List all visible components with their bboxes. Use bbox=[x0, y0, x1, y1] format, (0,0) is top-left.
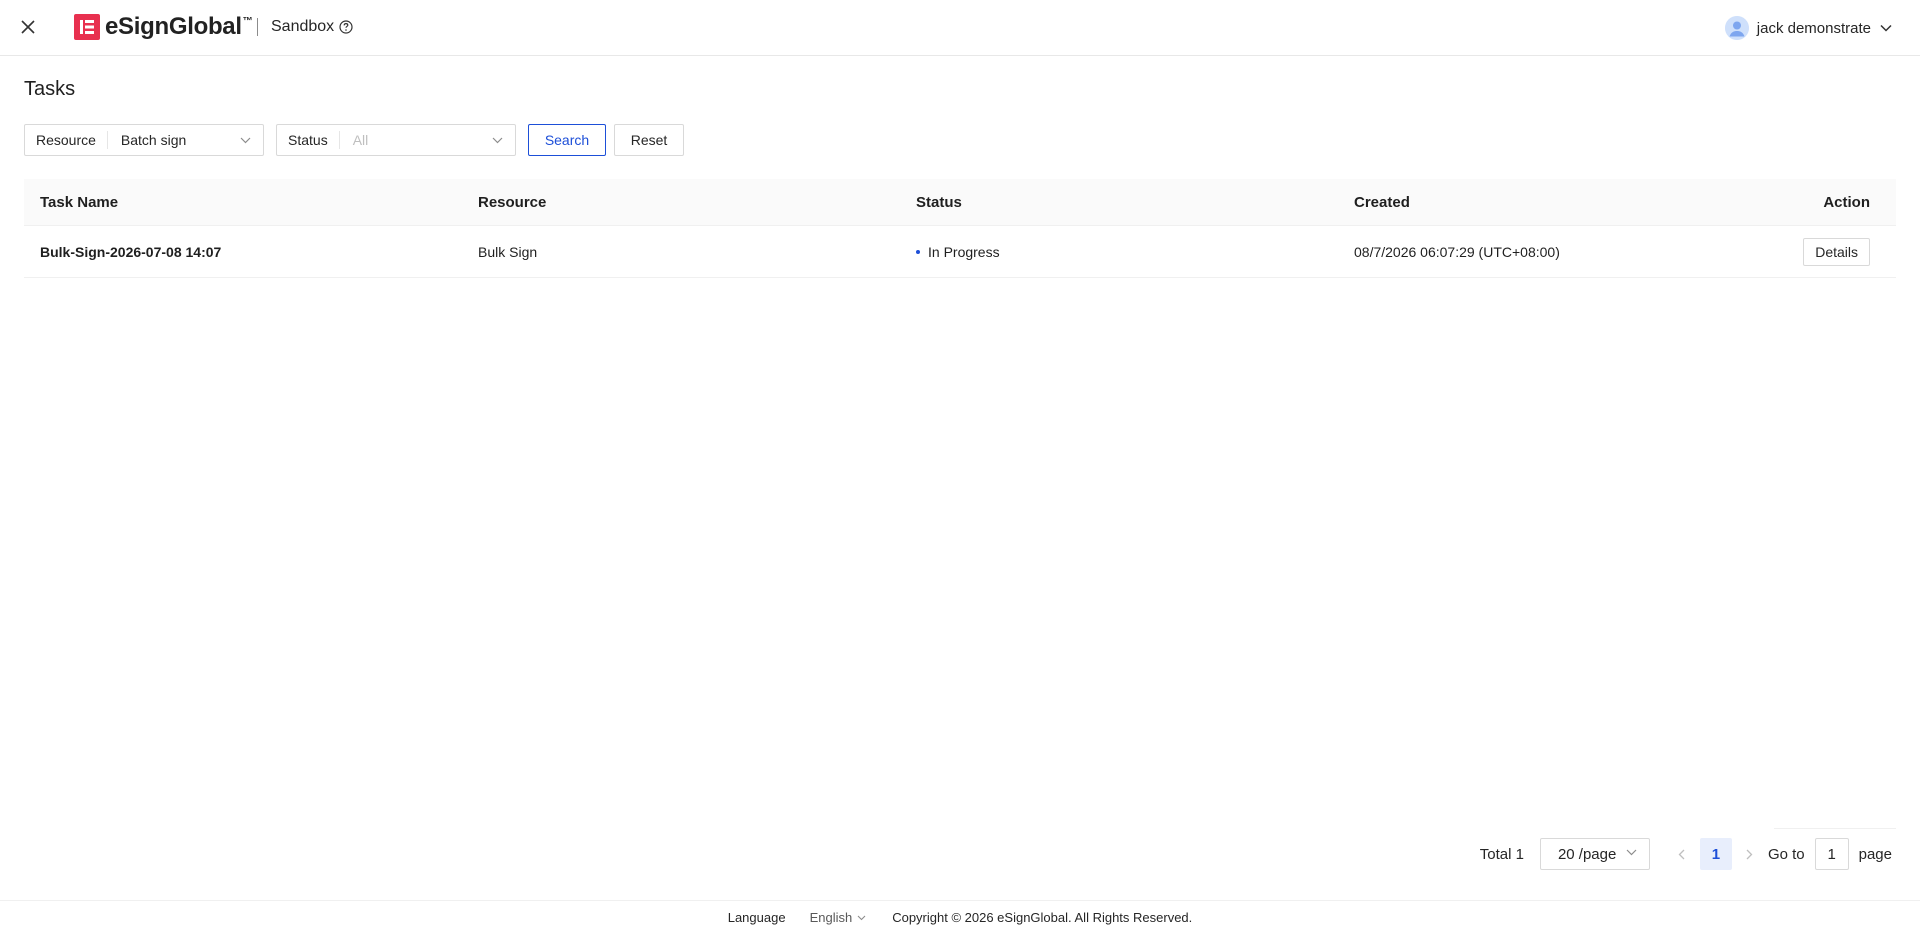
copyright-text: Copyright © 2026 eSignGlobal. All Rights… bbox=[892, 910, 1193, 925]
logo-text: eSignGlobal bbox=[105, 13, 242, 40]
page-title: Tasks bbox=[24, 78, 76, 100]
page-size-value: 20 /page bbox=[1557, 845, 1617, 863]
page-size-select[interactable]: 20 /page bbox=[1539, 838, 1650, 870]
resource-filter-select[interactable]: Resource Batch sign bbox=[24, 124, 264, 156]
reset-button[interactable]: Reset bbox=[614, 124, 684, 156]
environment-text: Sandbox bbox=[271, 18, 335, 35]
column-header-status: Status bbox=[916, 193, 962, 211]
logo-mark-icon bbox=[74, 14, 100, 40]
status-dot-icon bbox=[916, 249, 920, 254]
page-number-1[interactable]: 1 bbox=[1699, 838, 1732, 870]
pagination-divider bbox=[1774, 828, 1896, 829]
user-name: jack demonstrate bbox=[1756, 19, 1871, 37]
table-header: Task Name Resource Status Created Action bbox=[24, 179, 1896, 226]
column-header-action: Action bbox=[1823, 193, 1870, 211]
table-row: Bulk-Sign-2026-07-08 14:07 Bulk Sign In … bbox=[24, 226, 1896, 278]
chevron-down-icon bbox=[1880, 24, 1892, 32]
status-filter-select[interactable]: Status All bbox=[276, 124, 516, 156]
page-suffix-label: page bbox=[1858, 845, 1892, 863]
previous-page-icon[interactable] bbox=[1670, 838, 1694, 870]
footer: Language English Copyright © 2026 eSignG… bbox=[0, 900, 1920, 934]
logo-trademark: ™ bbox=[242, 16, 253, 27]
created-cell: 08/7/2026 06:07:29 (UTC+08:00) bbox=[1354, 243, 1560, 260]
search-button[interactable]: Search bbox=[528, 124, 606, 156]
chevron-down-icon bbox=[1626, 849, 1637, 856]
resource-cell: Bulk Sign bbox=[478, 243, 538, 260]
environment-label: Sandbox bbox=[271, 17, 353, 37]
close-icon[interactable] bbox=[18, 17, 38, 37]
column-header-resource: Resource bbox=[478, 193, 547, 211]
status-text: In Progress bbox=[928, 243, 1000, 260]
pagination: Total 1 20 /page 1 Go to page bbox=[1480, 838, 1892, 870]
pagination-total: Total 1 bbox=[1479, 845, 1524, 863]
resource-filter-label: Resource bbox=[25, 131, 108, 149]
avatar bbox=[1724, 16, 1749, 40]
task-name-cell: Bulk-Sign-2026-07-08 14:07 bbox=[40, 243, 222, 260]
chevron-down-icon bbox=[492, 137, 503, 144]
language-select[interactable]: English bbox=[810, 910, 867, 925]
goto-page-input[interactable] bbox=[1814, 838, 1849, 870]
goto-label: Go to bbox=[1767, 845, 1805, 863]
top-bar: eSignGlobal ™ Sandbox jack demonstrate bbox=[0, 0, 1920, 56]
details-button[interactable]: Details bbox=[1803, 237, 1870, 266]
language-label: Language bbox=[727, 910, 786, 925]
status-cell: In Progress bbox=[916, 244, 1000, 260]
chevron-down-icon bbox=[857, 915, 866, 921]
logo: eSignGlobal ™ bbox=[74, 13, 253, 40]
language-value: English bbox=[809, 910, 853, 925]
resource-filter-value: Batch sign bbox=[120, 132, 187, 148]
user-menu[interactable]: jack demonstrate bbox=[1724, 15, 1892, 41]
header-divider bbox=[257, 18, 258, 36]
question-circle-icon[interactable] bbox=[339, 20, 353, 34]
column-header-task-name: Task Name bbox=[40, 193, 119, 211]
next-page-icon[interactable] bbox=[1738, 838, 1762, 870]
chevron-down-icon bbox=[240, 137, 251, 144]
status-filter-placeholder: All bbox=[352, 132, 369, 148]
column-header-created: Created bbox=[1354, 193, 1410, 211]
tasks-table: Task Name Resource Status Created Action… bbox=[24, 179, 1896, 278]
status-filter-label: Status bbox=[277, 131, 340, 149]
